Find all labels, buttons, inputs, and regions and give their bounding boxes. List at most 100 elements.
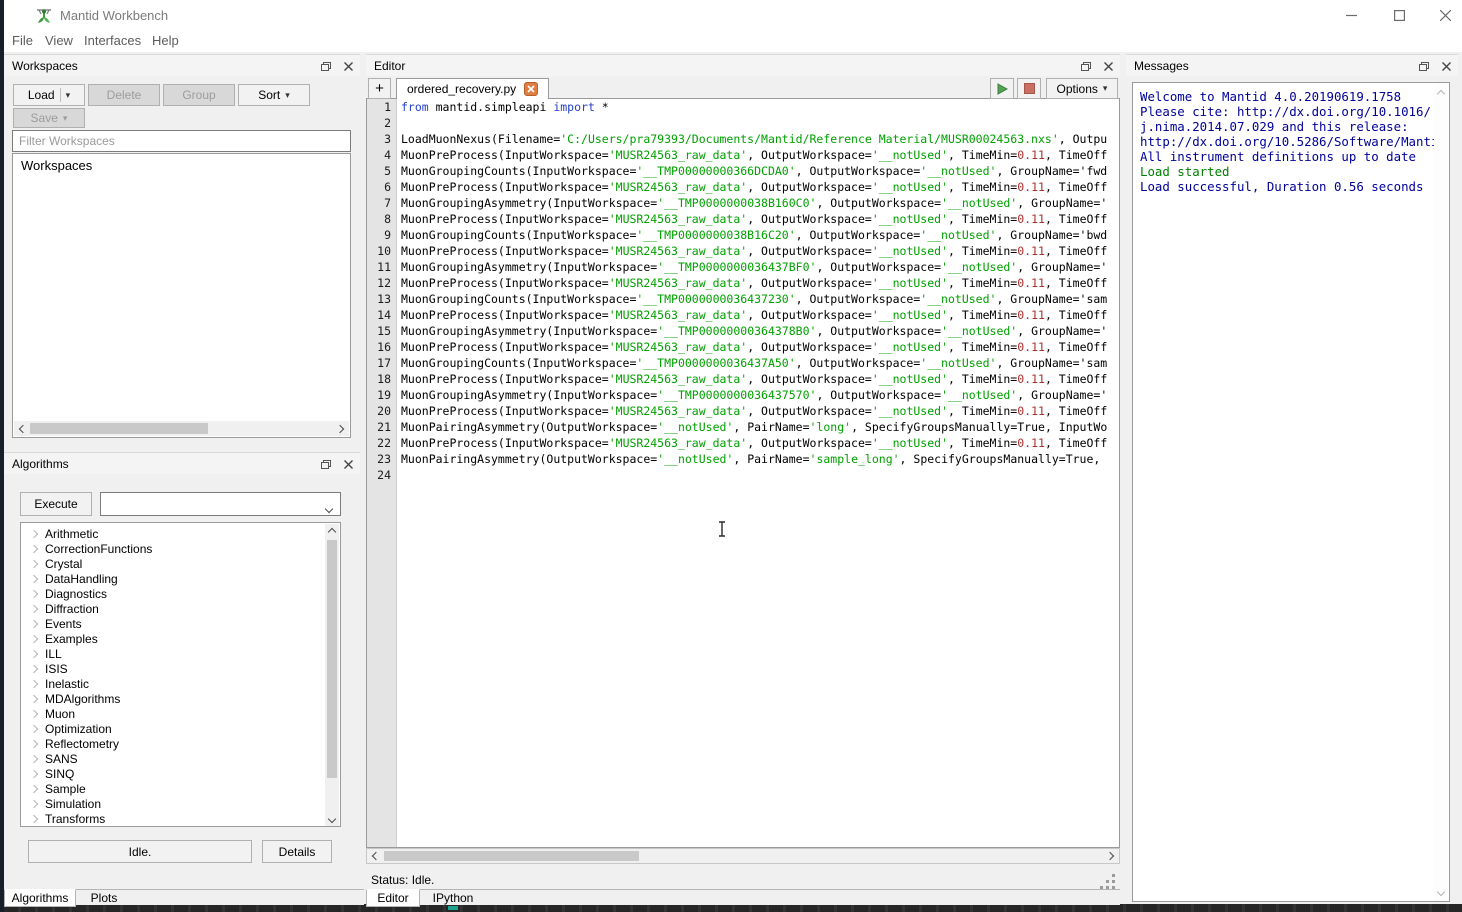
group-button[interactable]: Group xyxy=(163,84,235,106)
filter-workspaces-input[interactable] xyxy=(12,130,351,152)
tab-plots[interactable]: Plots xyxy=(78,889,130,907)
execute-button[interactable]: Execute xyxy=(20,492,92,516)
scroll-left-icon[interactable] xyxy=(16,421,30,436)
algorithm-category[interactable]: DataHandling xyxy=(21,571,340,586)
editor-hscrollbar[interactable] xyxy=(366,848,1120,864)
scrollbar-thumb[interactable] xyxy=(384,851,639,861)
maximize-button[interactable] xyxy=(1384,6,1414,24)
messages-log[interactable]: Welcome to Mantid 4.0.20190619.1758Pleas… xyxy=(1132,82,1450,902)
expand-chevron-icon[interactable] xyxy=(30,544,38,552)
chevron-down-icon[interactable] xyxy=(326,501,332,515)
expand-chevron-icon[interactable] xyxy=(30,814,38,822)
algorithm-category[interactable]: Examples xyxy=(21,631,340,646)
algorithms-vscrollbar[interactable] xyxy=(325,524,339,827)
algorithm-category[interactable]: Optimization xyxy=(21,721,340,736)
expand-chevron-icon[interactable] xyxy=(30,529,38,537)
scroll-right-icon[interactable] xyxy=(333,421,347,436)
options-dropdown-icon[interactable]: ▾ xyxy=(1103,84,1108,93)
workspaces-tree[interactable]: Workspaces xyxy=(12,153,351,438)
scrollbar-thumb[interactable] xyxy=(327,540,337,778)
expand-chevron-icon[interactable] xyxy=(30,559,38,567)
expand-chevron-icon[interactable] xyxy=(30,604,38,612)
close-button[interactable] xyxy=(1430,6,1460,24)
scrollbar-thumb[interactable] xyxy=(30,423,208,434)
algorithm-category[interactable]: Crystal xyxy=(21,556,340,571)
algorithm-category[interactable]: SANS xyxy=(21,751,340,766)
expand-chevron-icon[interactable] xyxy=(30,694,38,702)
expand-chevron-icon[interactable] xyxy=(30,664,38,672)
algorithm-category-list[interactable]: ArithmeticCorrectionFunctionsCrystalData… xyxy=(20,522,341,827)
algorithm-category[interactable]: Events xyxy=(21,616,340,631)
expand-chevron-icon[interactable] xyxy=(30,679,38,687)
scroll-down-icon[interactable] xyxy=(1434,886,1448,898)
expand-chevron-icon[interactable] xyxy=(30,634,38,642)
expand-chevron-icon[interactable] xyxy=(30,769,38,777)
algorithm-category[interactable]: Diffraction xyxy=(21,601,340,616)
close-panel-icon[interactable] xyxy=(340,58,356,74)
menu-view[interactable]: View xyxy=(45,33,73,48)
algorithm-category[interactable]: Transforms xyxy=(21,811,340,826)
algorithm-category[interactable]: Muon xyxy=(21,706,340,721)
tab-editor[interactable]: Editor xyxy=(366,889,420,907)
expand-chevron-icon[interactable] xyxy=(30,574,38,582)
abort-script-button[interactable] xyxy=(1017,78,1041,99)
scroll-up-icon[interactable] xyxy=(325,526,339,538)
menu-file[interactable]: File xyxy=(12,33,33,48)
messages-vscrollbar[interactable] xyxy=(1434,84,1448,902)
float-panel-icon[interactable] xyxy=(318,58,334,74)
algorithm-category[interactable]: Sample xyxy=(21,781,340,796)
expand-chevron-icon[interactable] xyxy=(30,784,38,792)
load-button[interactable]: Load ▾ xyxy=(13,84,85,106)
expand-chevron-icon[interactable] xyxy=(30,754,38,762)
sort-button[interactable]: Sort ▾ xyxy=(238,84,310,106)
algorithm-search-combobox[interactable] xyxy=(100,492,341,516)
algorithm-category[interactable]: MDAlgorithms xyxy=(21,691,340,706)
algorithm-category[interactable]: Diagnostics xyxy=(21,586,340,601)
scroll-left-icon[interactable] xyxy=(369,849,383,863)
expand-chevron-icon[interactable] xyxy=(30,739,38,747)
save-dropdown-icon[interactable]: ▾ xyxy=(63,114,68,123)
algorithm-category[interactable]: Simulation xyxy=(21,796,340,811)
algorithm-category[interactable]: CorrectionFunctions xyxy=(21,541,340,556)
options-button[interactable]: Options ▾ xyxy=(1046,78,1118,99)
menu-help[interactable]: Help xyxy=(152,33,179,48)
tab-algorithms[interactable]: Algorithms xyxy=(4,889,76,907)
expand-chevron-icon[interactable] xyxy=(30,589,38,597)
float-panel-icon[interactable] xyxy=(1416,58,1432,74)
algorithm-category[interactable]: Inelastic xyxy=(21,676,340,691)
details-button[interactable]: Details xyxy=(262,840,332,863)
run-script-button[interactable] xyxy=(990,78,1014,99)
minimize-button[interactable] xyxy=(1336,6,1366,24)
expand-chevron-icon[interactable] xyxy=(30,799,38,807)
algorithm-category[interactable]: Arithmetic xyxy=(21,526,340,541)
algorithm-category[interactable]: ILL xyxy=(21,646,340,661)
scroll-right-icon[interactable] xyxy=(1103,849,1117,863)
expand-chevron-icon[interactable] xyxy=(30,724,38,732)
float-panel-icon[interactable] xyxy=(1078,58,1094,74)
load-dropdown-icon[interactable]: ▾ xyxy=(66,91,71,100)
delete-button[interactable]: Delete xyxy=(88,84,160,106)
save-button[interactable]: Save ▾ xyxy=(13,108,85,128)
algorithm-category[interactable]: ISIS xyxy=(21,661,340,676)
tab-ipython[interactable]: IPython xyxy=(422,889,484,907)
scroll-up-icon[interactable] xyxy=(1434,88,1448,100)
close-tab-icon[interactable] xyxy=(524,82,538,96)
workspaces-tree-root[interactable]: Workspaces xyxy=(13,154,350,173)
editor-file-tab[interactable]: ordered_recovery.py xyxy=(396,78,549,100)
close-panel-icon[interactable] xyxy=(340,456,356,472)
code-editor[interactable]: 123456789101112131415161718192021222324 … xyxy=(366,99,1120,848)
close-panel-icon[interactable] xyxy=(1438,58,1454,74)
close-panel-icon[interactable] xyxy=(1100,58,1116,74)
sort-dropdown-icon[interactable]: ▾ xyxy=(285,91,290,100)
expand-chevron-icon[interactable] xyxy=(30,619,38,627)
expand-chevron-icon[interactable] xyxy=(30,709,38,717)
float-panel-icon[interactable] xyxy=(318,456,334,472)
algorithm-progress-button[interactable]: Idle. xyxy=(28,840,252,863)
expand-chevron-icon[interactable] xyxy=(30,649,38,657)
algorithm-category[interactable]: SINQ xyxy=(21,766,340,781)
new-tab-button[interactable]: + xyxy=(368,78,391,99)
algorithm-category[interactable]: Reflectometry xyxy=(21,736,340,751)
scroll-down-icon[interactable] xyxy=(325,813,339,825)
workspaces-hscrollbar[interactable] xyxy=(14,421,349,436)
menu-interfaces[interactable]: Interfaces xyxy=(84,33,141,48)
